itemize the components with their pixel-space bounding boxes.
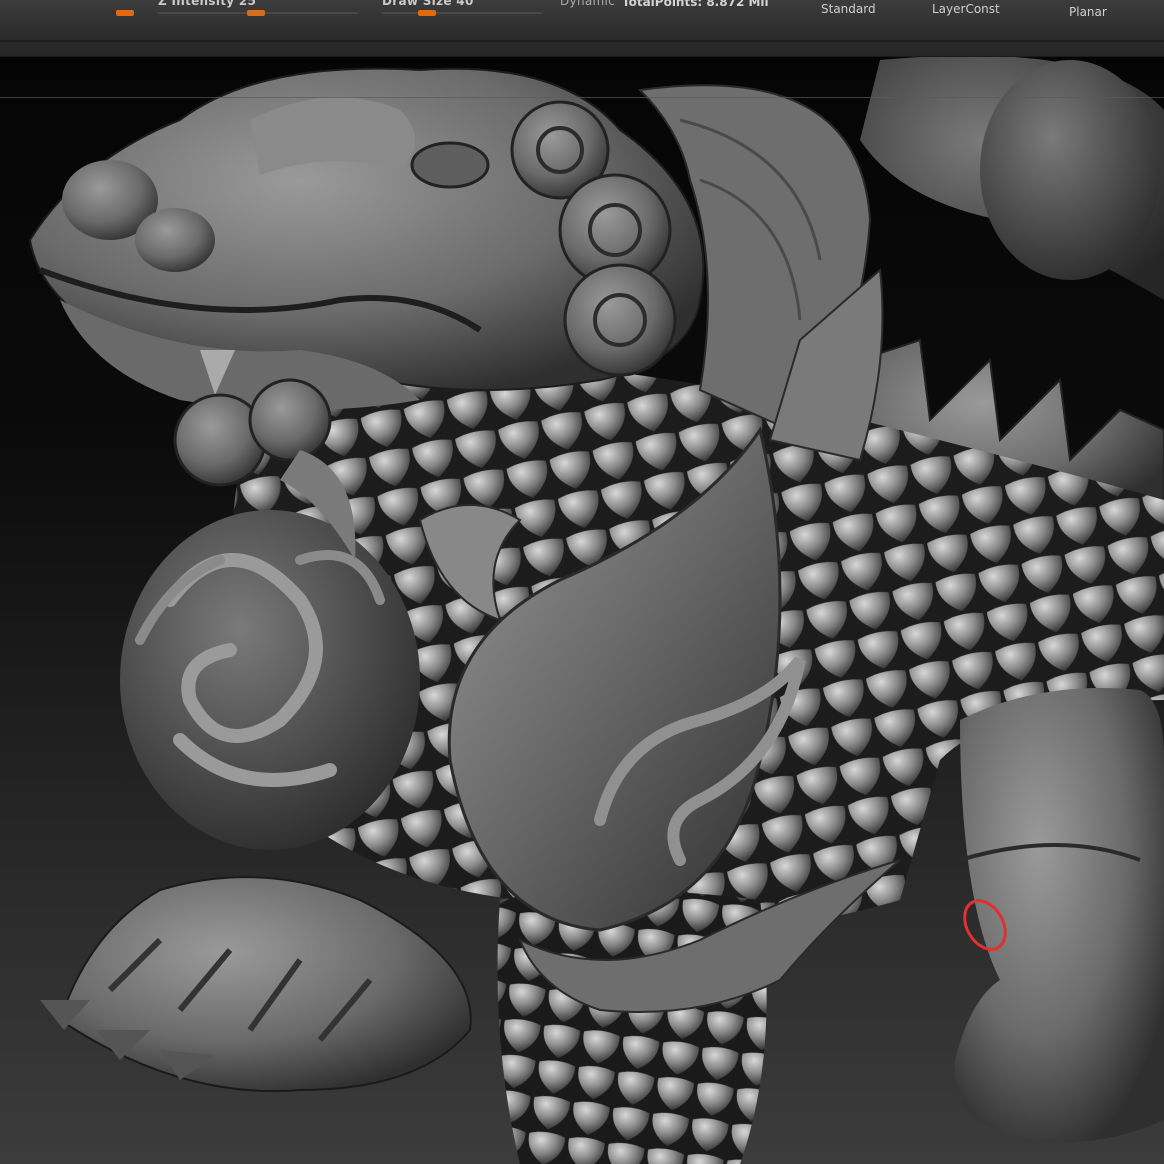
rear-haunch-shape: [980, 60, 1160, 280]
zbrush-window: Z Intensity 25 Draw Size 40 Dynamic Tota…: [0, 0, 1164, 1164]
rgb-intensity-slider[interactable]: [116, 10, 134, 16]
draw-size-label: Draw Size 40: [382, 0, 474, 8]
toolbar-divider: [0, 40, 1164, 42]
brush-layerconst-button[interactable]: LayerConst: [932, 2, 1000, 16]
eye: [410, 141, 490, 189]
paw: [58, 876, 472, 1093]
brush-planar-button[interactable]: Planar: [1069, 5, 1107, 19]
beard-curl: [248, 378, 332, 462]
canvas-viewport[interactable]: [0, 57, 1164, 1164]
sculpted-guardian-lion-model: [28, 57, 1164, 1164]
viewport-guide-line: [0, 97, 1164, 98]
chest-ornament: [120, 510, 420, 850]
top-toolbar: Z Intensity 25 Draw Size 40 Dynamic Tota…: [0, 0, 1164, 57]
brush-standard-button[interactable]: Standard: [821, 2, 876, 16]
z-intensity-slider[interactable]: [247, 10, 265, 16]
mane-curl: [563, 263, 677, 377]
draw-size-slider[interactable]: [418, 10, 436, 16]
nostril: [135, 208, 215, 272]
dynamic-button[interactable]: Dynamic: [560, 0, 615, 8]
z-intensity-label: Z Intensity 25: [158, 0, 257, 8]
rear-leg: [954, 688, 1164, 1143]
total-points-readout: TotalPoints: 8.872 Mil: [622, 0, 769, 9]
draw-size-track[interactable]: [382, 12, 542, 14]
